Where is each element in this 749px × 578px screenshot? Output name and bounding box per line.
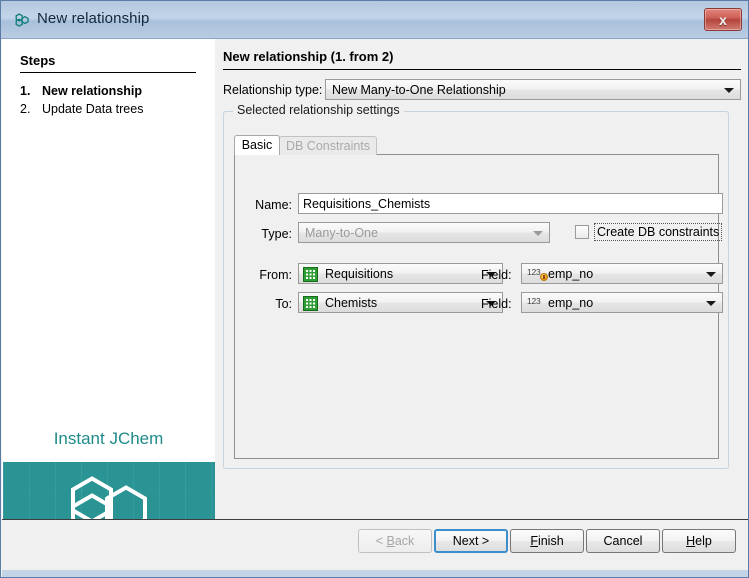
help-button[interactable]: Help xyxy=(662,529,736,553)
next-button[interactable]: Next > xyxy=(434,529,508,553)
checkbox-box-icon xyxy=(575,225,589,239)
footer-strip xyxy=(2,570,749,577)
to-table-select[interactable]: Chemists xyxy=(298,292,503,313)
wizard-button-bar: < Back Next > Finish Cancel Help xyxy=(2,519,749,577)
from-table-select[interactable]: Requisitions xyxy=(298,263,503,284)
chevron-down-icon xyxy=(706,272,716,277)
jchem-hexagon-icon xyxy=(13,11,31,29)
relationship-type-select[interactable]: New Many-to-One Relationship xyxy=(325,79,741,100)
number-123-icon: 123 xyxy=(527,296,547,311)
name-label: Name: xyxy=(240,198,292,212)
steps-heading: Steps xyxy=(20,53,55,68)
close-icon: x xyxy=(705,9,741,30)
name-input[interactable] xyxy=(298,193,723,214)
window-title: New relationship xyxy=(37,10,150,27)
number-123-key-icon: 123 xyxy=(527,267,547,282)
page-title: New relationship (1. from 2) xyxy=(223,49,393,64)
step-1-label: New relationship xyxy=(42,84,142,98)
wizard-main-panel: New relationship (1. from 2) Relationshi… xyxy=(215,39,749,519)
from-field-select[interactable]: 123 emp_no xyxy=(521,263,723,284)
steps-heading-divider xyxy=(20,72,196,73)
to-field-value: emp_no xyxy=(548,293,593,314)
step-2-number: 2. xyxy=(20,102,42,116)
green-table-grid-icon xyxy=(303,267,318,282)
sidebar-step-2: 2.Update Data trees xyxy=(20,102,143,116)
title-bar: New relationship x xyxy=(1,1,749,39)
sidebar-step-1: 1.New relationship xyxy=(20,84,142,98)
chevron-down-icon xyxy=(706,301,716,306)
chevron-down-icon xyxy=(724,88,734,93)
brand-name: Instant JChem xyxy=(2,429,215,449)
cancel-button[interactable]: Cancel xyxy=(586,529,660,553)
type-select: Many-to-One xyxy=(298,222,550,243)
close-button[interactable]: x xyxy=(704,8,742,31)
from-label: From: xyxy=(240,268,292,282)
type-label: Type: xyxy=(240,227,292,241)
new-relationship-dialog: New relationship x Steps 1.New relations… xyxy=(0,0,749,578)
tab-basic[interactable]: Basic xyxy=(234,135,280,155)
from-field-value: emp_no xyxy=(548,264,593,285)
step-2-label: Update Data trees xyxy=(42,102,143,116)
finish-button[interactable]: Finish xyxy=(510,529,584,553)
step-1-number: 1. xyxy=(20,84,42,98)
tab-db-constraints[interactable]: DB Constraints xyxy=(279,136,377,155)
group-legend: Selected relationship settings xyxy=(233,103,404,117)
from-field-label: Field: xyxy=(481,268,512,282)
to-table-value: Chemists xyxy=(325,293,377,314)
basic-tab-panel: Name: Type: Many-to-One Create DB constr… xyxy=(234,154,719,459)
to-field-select[interactable]: 123 emp_no xyxy=(521,292,723,313)
back-button[interactable]: < Back xyxy=(358,529,432,553)
type-value: Many-to-One xyxy=(305,223,378,244)
to-field-label: Field: xyxy=(481,297,512,311)
steps-sidebar: Steps 1.New relationship 2.Update Data t… xyxy=(2,39,215,519)
page-title-divider xyxy=(223,69,741,70)
from-table-value: Requisitions xyxy=(325,264,393,285)
relationship-type-value: New Many-to-One Relationship xyxy=(332,80,506,101)
chevron-down-icon xyxy=(533,231,543,236)
create-db-constraints-label: Create DB constraints xyxy=(594,223,722,241)
to-label: To: xyxy=(240,297,292,311)
green-table-grid-icon xyxy=(303,296,318,311)
relationship-type-label: Relationship type: xyxy=(223,83,322,97)
